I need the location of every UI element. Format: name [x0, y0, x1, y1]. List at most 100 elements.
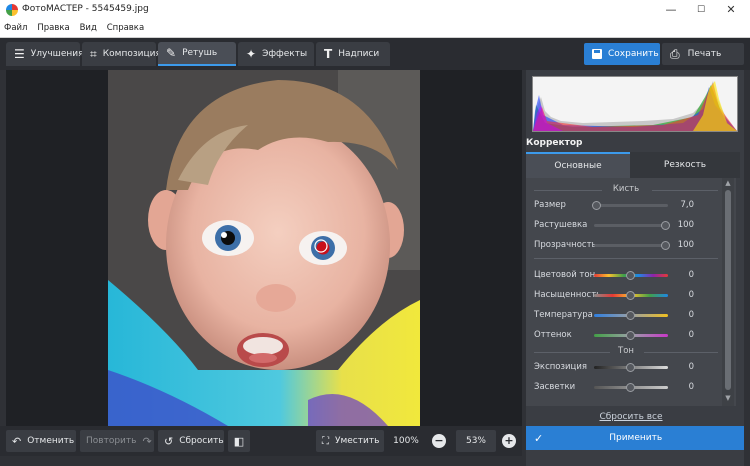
tone-divider-left — [534, 352, 610, 353]
color-divider — [534, 258, 718, 259]
menu-file[interactable]: Файл — [0, 20, 30, 33]
tab-enhancements[interactable]: ☰ Улучшения — [6, 42, 84, 66]
app-logo-icon — [6, 4, 18, 16]
zoom-100-button[interactable]: 100% — [386, 430, 426, 452]
tone-divider-right — [644, 352, 718, 353]
fit-screen-icon: ⛶ — [322, 435, 329, 447]
opacity-value: 100 — [677, 240, 694, 250]
feather-label: Растушевка — [534, 220, 588, 230]
text-icon: T — [324, 47, 333, 61]
reset-button[interactable]: ↺ Сбросить — [158, 430, 224, 452]
adjustments-panel: Корректор Основные Резкость Кисть Размер… — [526, 70, 744, 466]
fit-button[interactable]: ⛶ Уместить — [316, 430, 384, 452]
zoom-out-button[interactable]: − — [432, 434, 446, 448]
maximize-button[interactable]: ☐ — [686, 2, 716, 18]
zoom-in-button[interactable]: + — [502, 434, 516, 448]
undo-button-label: Отменить — [27, 436, 75, 446]
histogram-graph — [533, 77, 737, 131]
hue-value: 0 — [688, 270, 694, 280]
apply-button-label: Применить — [609, 433, 663, 443]
size-slider-handle[interactable] — [592, 201, 601, 210]
brush-divider-left — [534, 190, 602, 191]
apply-button[interactable]: ✓ Применить — [526, 426, 744, 450]
reset-button-label: Сбросить — [179, 436, 224, 446]
highlights-slider-handle[interactable] — [626, 383, 635, 392]
opacity-label: Прозрачность — [534, 240, 597, 250]
saturation-value: 0 — [688, 290, 694, 300]
redo-button-label: Повторить — [86, 436, 137, 446]
tab-composition-label: Композиция — [102, 49, 161, 59]
tab-sharpness[interactable]: Резкость — [630, 152, 740, 178]
app-workspace: ☰ Улучшения ⌗ Композиция ✎ Ретушь ✦ Эффе… — [0, 38, 750, 466]
undo-button[interactable]: ↶ Отменить — [6, 430, 76, 452]
zoom-level[interactable]: 53% — [456, 430, 496, 452]
tab-enhancements-label: Улучшения — [30, 49, 84, 59]
size-slider[interactable] — [594, 204, 668, 207]
compare-button[interactable]: ◧ — [228, 430, 250, 452]
save-button[interactable]: Сохранить — [584, 43, 660, 65]
reset-all-link[interactable]: Сбросить все — [526, 412, 736, 422]
scroll-down-arrow-icon[interactable]: ▼ — [722, 394, 734, 404]
panel-section-title: Корректор — [526, 138, 583, 148]
exposure-value: 0 — [688, 362, 694, 372]
window-title: ФотоМАСТЕР - 5545459.jpg — [22, 4, 149, 14]
undo-arrow-icon: ↶ — [12, 434, 22, 448]
redo-button[interactable]: Повторить ↷ — [80, 430, 154, 452]
menu-edit[interactable]: Правка — [33, 20, 72, 33]
size-label: Размер — [534, 200, 566, 210]
saturation-label: Насыщенность — [534, 290, 602, 300]
tint-slider-handle[interactable] — [626, 331, 635, 340]
floppy-disk-icon — [592, 49, 602, 59]
tab-retouch-label: Ретушь — [182, 48, 218, 58]
tab-basic[interactable]: Основные — [526, 152, 630, 178]
tab-captions-label: Надписи — [338, 49, 380, 59]
opacity-slider[interactable] — [594, 244, 668, 247]
histogram — [532, 76, 738, 132]
minimize-button[interactable]: — — [656, 2, 686, 18]
print-button-label: Печать — [687, 49, 722, 59]
tab-retouch[interactable]: ✎ Ретушь — [158, 42, 236, 66]
bottom-toolbar: ↶ Отменить Повторить ↷ ↺ Сбросить ◧ ⛶ Ум… — [0, 426, 522, 456]
panel-scrollbar[interactable]: ▲ ▼ — [722, 178, 734, 406]
title-bar: ФотоМАСТЕР - 5545459.jpg — ☐ ✕ — [0, 0, 750, 20]
tab-composition[interactable]: ⌗ Композиция — [82, 42, 161, 66]
tab-captions[interactable]: T Надписи — [316, 42, 390, 66]
scroll-up-arrow-icon[interactable]: ▲ — [722, 179, 734, 189]
print-button[interactable]: ⎙ Печать — [662, 43, 744, 65]
exposure-slider-handle[interactable] — [626, 363, 635, 372]
highlights-label: Засветки — [534, 382, 576, 392]
hue-slider-handle[interactable] — [626, 271, 635, 280]
crop-icon: ⌗ — [90, 46, 97, 61]
saturation-slider-handle[interactable] — [626, 291, 635, 300]
main-toolbar: ☰ Улучшения ⌗ Композиция ✎ Ретушь ✦ Эффе… — [0, 38, 750, 70]
feather-slider[interactable] — [594, 224, 668, 227]
tint-label: Оттенок — [534, 330, 572, 340]
close-button[interactable]: ✕ — [716, 2, 746, 18]
printer-icon: ⎙ — [670, 46, 680, 61]
menu-help[interactable]: Справка — [103, 20, 147, 33]
tone-group-title: Тон — [618, 346, 634, 356]
tint-value: 0 — [688, 330, 694, 340]
reset-icon: ↺ — [164, 434, 174, 448]
magic-wand-icon: ✦ — [246, 47, 257, 61]
redo-arrow-icon: ↷ — [142, 434, 152, 448]
baby-portrait-image — [108, 70, 420, 426]
tab-effects-label: Эффекты — [262, 49, 308, 59]
scrollbar-thumb[interactable] — [725, 190, 731, 390]
temperature-value: 0 — [688, 310, 694, 320]
size-value: 7,0 — [680, 200, 694, 210]
temperature-slider-handle[interactable] — [626, 311, 635, 320]
sliders-icon: ☰ — [14, 47, 25, 61]
corrector-controls: Кисть Размер 7,0 Растушевка 100 Прозрачн… — [526, 178, 736, 406]
fit-button-label: Уместить — [335, 436, 380, 446]
tab-effects[interactable]: ✦ Эффекты — [238, 42, 314, 66]
highlights-value: 0 — [688, 382, 694, 392]
compare-icon: ◧ — [233, 434, 245, 448]
photo-canvas[interactable] — [6, 70, 522, 426]
menu-view[interactable]: Вид — [76, 20, 100, 33]
save-button-label: Сохранить — [608, 49, 659, 59]
brush-icon: ✎ — [166, 46, 177, 60]
edited-photo[interactable] — [108, 70, 420, 426]
checkmark-icon: ✓ — [534, 431, 544, 445]
feather-value: 100 — [677, 220, 694, 230]
